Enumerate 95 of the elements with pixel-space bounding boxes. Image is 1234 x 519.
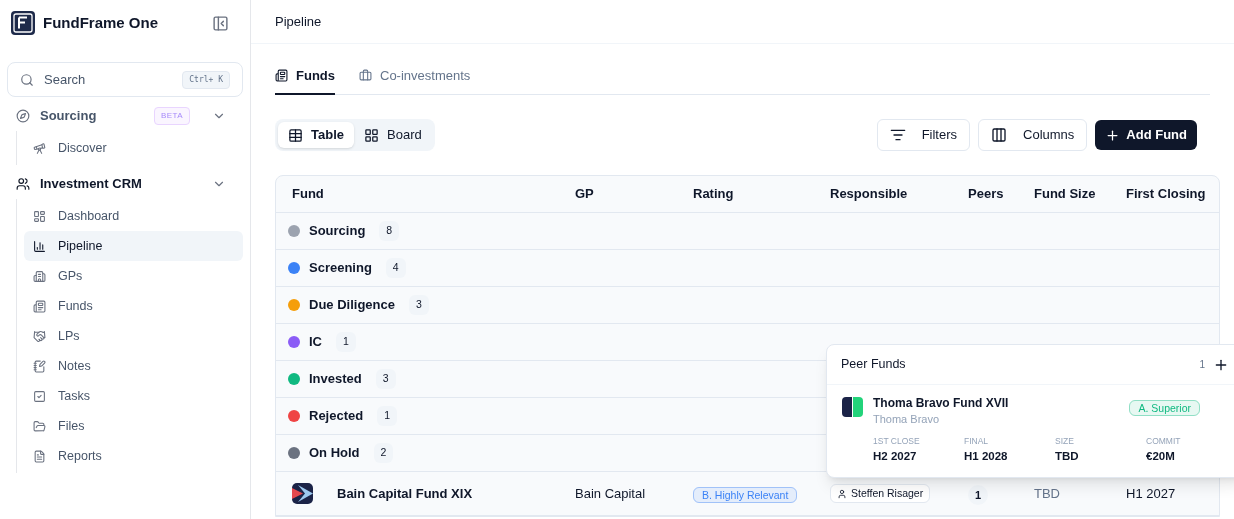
plus-icon [1105,127,1121,143]
tab[interactable]: Funds [275,58,335,95]
sidebar-item[interactable]: LPs [24,321,243,351]
table-icon [288,127,303,143]
compass-icon [16,109,30,123]
stat-label: 1ST CLOSE [873,435,921,448]
peer-fund-gp: Thoma Bravo [873,412,941,427]
stat-label: COMMIT [1146,435,1182,448]
sidebar-item[interactable]: Pipeline [24,231,243,261]
group-label: Rejected [309,407,364,426]
sidebar-item[interactable]: Reports [24,441,243,471]
user-icon [837,488,847,499]
peer-fund-name: Thoma Bravo Fund XVII [873,395,1010,411]
peer-count: 1 [1199,358,1205,372]
grid-icon [364,127,379,143]
users-icon [16,177,30,191]
table-cell-text: Bain Capital [574,484,647,503]
view-option[interactable]: Table [278,122,354,148]
column-header[interactable]: Peers [952,184,1018,204]
building-icon [33,269,46,283]
add-fund-button[interactable]: Add Fund [1095,120,1197,150]
stat-value: H2 2027 [873,448,918,464]
folder-icon [33,419,46,433]
search-input[interactable]: Search [44,69,173,90]
column-header[interactable]: Rating [677,184,814,204]
stat-value: H1 2028 [964,448,1009,464]
sidebar-section[interactable]: Investment CRM [7,169,243,199]
group-label: Screening [309,259,372,278]
columns-icon [991,127,1008,143]
rating-badge: B. Highly Relevant [693,486,798,503]
column-header[interactable]: Responsible [814,184,952,204]
sidebar-item[interactable]: Funds [24,291,243,321]
group-label: Sourcing [309,222,366,241]
stat-label: SIZE [1055,435,1075,448]
sidebar-item[interactable]: Discover [24,133,243,163]
checkbox-icon [33,389,46,403]
group-row[interactable]: Screening 4 [276,250,1219,287]
section-label: Investment CRM [40,175,143,194]
count-badge: 8 [379,221,400,241]
column-header[interactable]: Fund Size [1018,184,1110,204]
group-row[interactable]: Sourcing 8 [276,213,1219,250]
handshake-icon [33,329,46,343]
search-icon [20,72,34,87]
fund-logo [292,483,313,504]
view-option[interactable]: Board [354,122,432,148]
rating-badge: A. Superior [1129,400,1200,416]
sidebar-item[interactable]: Files [24,411,243,441]
search-field[interactable]: Search Ctrl+ K [7,62,243,97]
app-name: FundFrame One [43,12,159,33]
count-badge: 1 [336,332,356,352]
count-badge: 4 [385,258,406,278]
peers-count[interactable]: 1 [968,484,988,505]
group-label: Due Diligence [309,296,395,315]
section-label: Sourcing [40,107,98,126]
collapse-sidebar-icon[interactable] [212,14,229,32]
document-icon [275,69,288,82]
bar-chart-icon [33,239,46,253]
tab[interactable]: Co-investments [359,58,471,95]
stat-value: €20M [1146,448,1176,464]
group-label: IC [309,333,322,352]
column-header[interactable]: GP [559,184,677,204]
count-badge: 2 [373,443,394,463]
table-cell-text: Bain Capital Fund XIX [337,484,473,503]
count-badge: 3 [375,369,396,389]
count-badge: 1 [377,406,398,426]
filter-icon [889,127,906,143]
table-cell-text: TBD [1033,484,1061,503]
logo-icon [11,11,35,35]
sidebar-item[interactable]: Tasks [24,381,243,411]
fund-logo [842,397,863,417]
column-header[interactable]: First Closing [1110,184,1219,204]
count-badge: 3 [408,295,429,315]
group-row[interactable]: Due Diligence 3 [276,287,1219,324]
briefcase-icon [359,69,372,82]
sidebar-section[interactable]: Sourcing BETA [7,101,243,131]
columns-button[interactable]: Columns [978,119,1088,151]
shortcut-hint: Ctrl+ K [182,70,230,89]
notebook-icon [33,359,46,373]
table-cell-text: H1 2027 [1125,484,1177,503]
telescope-icon [33,141,46,155]
page-title: Pipeline [275,12,322,31]
beta-badge: BETA [154,107,190,125]
document-icon [33,299,46,313]
sidebar-item[interactable]: Dashboard [24,201,243,231]
stat-label: FINAL [964,435,990,448]
group-label: Invested [309,370,362,389]
sidebar-item[interactable]: GPs [24,261,243,291]
sidebar-item[interactable]: Notes [24,351,243,381]
group-label: On Hold [309,444,360,463]
dashboard-icon [33,209,46,223]
filters-button[interactable]: Filters [876,119,971,151]
file-icon [33,449,46,463]
stat-value: TBD [1055,448,1080,464]
column-header[interactable]: Fund [276,184,559,204]
responsible-chip: Steffen Risager [830,483,931,504]
